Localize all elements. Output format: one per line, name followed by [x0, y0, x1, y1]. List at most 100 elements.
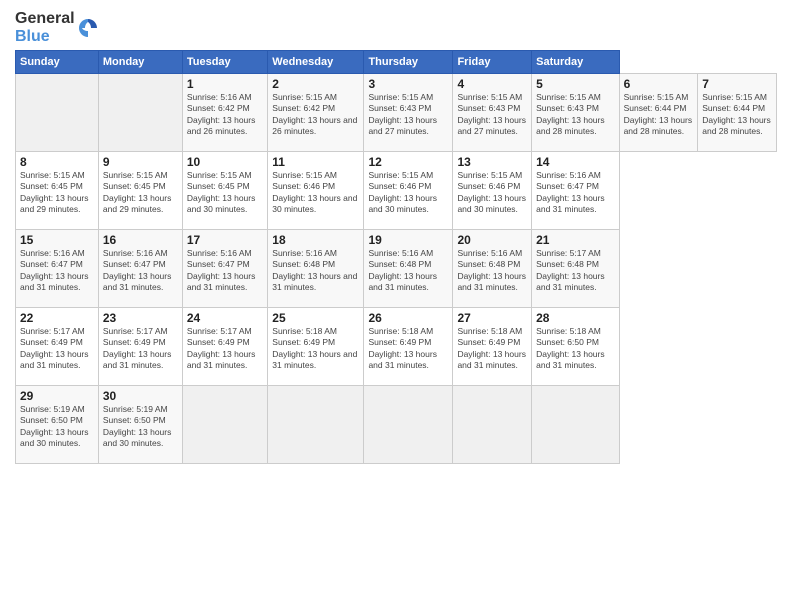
day-info: Sunrise: 5:16 AMSunset: 6:47 PMDaylight:… [187, 248, 263, 294]
calendar-table: SundayMondayTuesdayWednesdayThursdayFrid… [15, 50, 777, 464]
day-number: 4 [457, 77, 527, 91]
calendar-cell: 2Sunrise: 5:15 AMSunset: 6:42 PMDaylight… [268, 74, 364, 152]
calendar-cell: 23Sunrise: 5:17 AMSunset: 6:49 PMDayligh… [98, 308, 182, 386]
calendar-cell: 16Sunrise: 5:16 AMSunset: 6:47 PMDayligh… [98, 230, 182, 308]
day-info: Sunrise: 5:18 AMSunset: 6:49 PMDaylight:… [457, 326, 527, 372]
calendar-week-row: 29 Sunrise: 5:19 AMSunset: 6:50 PMDayligh… [16, 386, 777, 464]
calendar-cell [182, 386, 267, 464]
weekday-header-thursday: Thursday [364, 51, 453, 74]
day-info: Sunrise: 5:15 AMSunset: 6:46 PMDaylight:… [272, 170, 359, 216]
calendar-cell: 7Sunrise: 5:15 AMSunset: 6:44 PMDaylight… [698, 74, 777, 152]
day-number: 20 [457, 233, 527, 247]
day-info: Sunrise: 5:17 AMSunset: 6:49 PMDaylight:… [187, 326, 263, 372]
calendar-cell: 30Sunrise: 5:19 AMSunset: 6:50 PMDayligh… [98, 386, 182, 464]
calendar-cell: 15Sunrise: 5:16 AMSunset: 6:47 PMDayligh… [16, 230, 99, 308]
weekday-header-friday: Friday [453, 51, 532, 74]
calendar-cell: 22Sunrise: 5:17 AMSunset: 6:49 PMDayligh… [16, 308, 99, 386]
day-info: Sunrise: 5:16 AMSunset: 6:47 PMDaylight:… [536, 170, 614, 216]
day-number: 11 [272, 155, 359, 169]
day-number: 24 [187, 311, 263, 325]
calendar-cell [364, 386, 453, 464]
calendar-cell: 20Sunrise: 5:16 AMSunset: 6:48 PMDayligh… [453, 230, 532, 308]
calendar-week-row: 1Sunrise: 5:16 AMSunset: 6:42 PMDaylight… [16, 74, 777, 152]
day-info: Sunrise: 5:18 AMSunset: 6:49 PMDaylight:… [368, 326, 448, 372]
calendar-cell: 11Sunrise: 5:15 AMSunset: 6:46 PMDayligh… [268, 152, 364, 230]
calendar-container: General Blue SundayMondayTuesdayWednesda… [0, 0, 792, 474]
calendar-cell: 18Sunrise: 5:16 AMSunset: 6:48 PMDayligh… [268, 230, 364, 308]
day-number: 23 [103, 311, 178, 325]
logo-icon [77, 17, 99, 39]
day-number: 27 [457, 311, 527, 325]
weekday-header-tuesday: Tuesday [182, 51, 267, 74]
day-info: Sunrise: 5:16 AMSunset: 6:47 PMDaylight:… [103, 248, 178, 294]
day-info: Sunrise: 5:15 AMSunset: 6:45 PMDaylight:… [103, 170, 178, 216]
day-number: 28 [536, 311, 614, 325]
calendar-cell: 26Sunrise: 5:18 AMSunset: 6:49 PMDayligh… [364, 308, 453, 386]
calendar-cell: 4Sunrise: 5:15 AMSunset: 6:43 PMDaylight… [453, 74, 532, 152]
day-number: 22 [20, 311, 94, 325]
day-info: Sunrise: 5:15 AMSunset: 6:44 PMDaylight:… [624, 92, 694, 138]
day-number: 17 [187, 233, 263, 247]
calendar-cell [532, 386, 619, 464]
day-number: 18 [272, 233, 359, 247]
logo: General Blue [15, 10, 99, 46]
day-info: Sunrise: 5:17 AMSunset: 6:49 PMDaylight:… [20, 326, 94, 372]
calendar-cell [98, 74, 182, 152]
calendar-cell: 8Sunrise: 5:15 AMSunset: 6:45 PMDaylight… [16, 152, 99, 230]
day-number: 25 [272, 311, 359, 325]
day-number: 13 [457, 155, 527, 169]
calendar-cell: 24Sunrise: 5:17 AMSunset: 6:49 PMDayligh… [182, 308, 267, 386]
day-info: Sunrise: 5:15 AMSunset: 6:46 PMDaylight:… [457, 170, 527, 216]
day-info: Sunrise: 5:15 AMSunset: 6:44 PMDaylight:… [702, 92, 772, 138]
day-info: Sunrise: 5:16 AMSunset: 6:47 PMDaylight:… [20, 248, 94, 294]
day-number: 12 [368, 155, 448, 169]
day-info: Sunrise: 5:16 AMSunset: 6:48 PMDaylight:… [368, 248, 448, 294]
day-number: 10 [187, 155, 263, 169]
weekday-header-wednesday: Wednesday [268, 51, 364, 74]
day-info: Sunrise: 5:16 AMSunset: 6:42 PMDaylight:… [187, 92, 263, 138]
day-number: 6 [624, 77, 694, 91]
day-info: Sunrise: 5:18 AMSunset: 6:50 PMDaylight:… [536, 326, 614, 372]
logo-blue: Blue [15, 28, 50, 45]
logo-general: General [15, 10, 75, 27]
weekday-header-row: SundayMondayTuesdayWednesdayThursdayFrid… [16, 51, 777, 74]
weekday-header-monday: Monday [98, 51, 182, 74]
day-number: 7 [702, 77, 772, 91]
calendar-cell [16, 74, 99, 152]
day-number: 26 [368, 311, 448, 325]
calendar-cell [453, 386, 532, 464]
calendar-cell: 25Sunrise: 5:18 AMSunset: 6:49 PMDayligh… [268, 308, 364, 386]
calendar-cell: 27Sunrise: 5:18 AMSunset: 6:49 PMDayligh… [453, 308, 532, 386]
day-info: Sunrise: 5:16 AMSunset: 6:48 PMDaylight:… [272, 248, 359, 294]
calendar-week-row: 22Sunrise: 5:17 AMSunset: 6:49 PMDayligh… [16, 308, 777, 386]
calendar-week-row: 15Sunrise: 5:16 AMSunset: 6:47 PMDayligh… [16, 230, 777, 308]
calendar-cell: 1Sunrise: 5:16 AMSunset: 6:42 PMDaylight… [182, 74, 267, 152]
logo-text: General Blue [15, 10, 75, 46]
day-number: 16 [103, 233, 178, 247]
calendar-cell: 28Sunrise: 5:18 AMSunset: 6:50 PMDayligh… [532, 308, 619, 386]
calendar-cell [268, 386, 364, 464]
day-info: Sunrise: 5:15 AMSunset: 6:43 PMDaylight:… [368, 92, 448, 138]
day-number: 9 [103, 155, 178, 169]
day-info: Sunrise: 5:15 AMSunset: 6:45 PMDaylight:… [20, 170, 94, 216]
day-info: Sunrise: 5:15 AMSunset: 6:43 PMDaylight:… [457, 92, 527, 138]
calendar-cell: 29Sunrise: 5:19 AMSunset: 6:50 PMDayligh… [16, 386, 99, 464]
day-info: Sunrise: 5:15 AMSunset: 6:43 PMDaylight:… [536, 92, 614, 138]
day-number: 8 [20, 155, 94, 169]
calendar-cell: 14Sunrise: 5:16 AMSunset: 6:47 PMDayligh… [532, 152, 619, 230]
day-info: Sunrise: 5:15 AMSunset: 6:46 PMDaylight:… [368, 170, 448, 216]
calendar-cell: 3Sunrise: 5:15 AMSunset: 6:43 PMDaylight… [364, 74, 453, 152]
day-number: 30 [103, 389, 178, 403]
day-number: 19 [368, 233, 448, 247]
day-number: 21 [536, 233, 614, 247]
day-number: 15 [20, 233, 94, 247]
calendar-cell: 9Sunrise: 5:15 AMSunset: 6:45 PMDaylight… [98, 152, 182, 230]
day-number: 3 [368, 77, 448, 91]
calendar-cell: 5Sunrise: 5:15 AMSunset: 6:43 PMDaylight… [532, 74, 619, 152]
day-info: Sunrise: 5:15 AMSunset: 6:42 PMDaylight:… [272, 92, 359, 138]
day-number: 5 [536, 77, 614, 91]
day-number: 1 [187, 77, 263, 91]
weekday-header-sunday: Sunday [16, 51, 99, 74]
day-number: 29 [20, 389, 94, 403]
day-info: Sunrise: 5:19 AMSunset: 6:50 PMDaylight:… [103, 404, 178, 450]
